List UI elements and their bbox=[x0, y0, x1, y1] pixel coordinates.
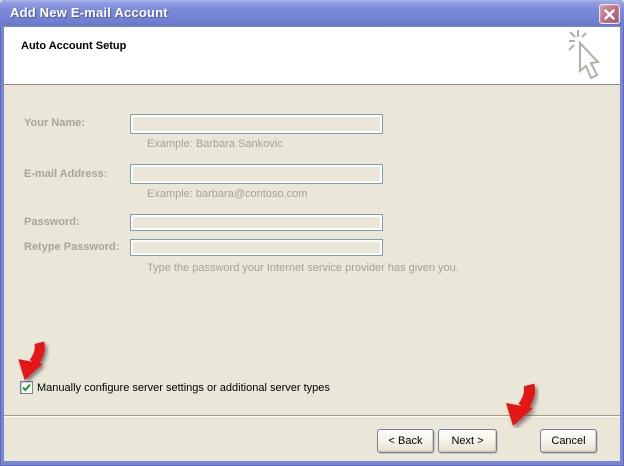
dialog-window: Add New E-mail Account Auto Account Setu… bbox=[0, 0, 624, 466]
check-icon bbox=[21, 382, 32, 393]
window-title: Add New E-mail Account bbox=[10, 5, 168, 20]
your-name-hint: Example: Barbara Sankovic bbox=[147, 138, 283, 150]
button-row bbox=[4, 417, 620, 461]
page-title: Auto Account Setup bbox=[21, 40, 126, 52]
titlebar[interactable]: Add New E-mail Account bbox=[0, 0, 624, 27]
password-note: Type the password your Internet service … bbox=[147, 262, 459, 274]
cancel-button[interactable]: Cancel bbox=[540, 429, 597, 453]
back-button[interactable]: < Back bbox=[377, 429, 434, 453]
close-button[interactable] bbox=[599, 4, 620, 24]
password-label: Password: bbox=[24, 216, 80, 228]
email-address-label: E-mail Address: bbox=[24, 168, 107, 180]
retype-password-input[interactable] bbox=[130, 239, 383, 256]
your-name-input[interactable] bbox=[130, 114, 383, 134]
email-address-hint: Example: barbara@contoso.com bbox=[147, 188, 307, 200]
wizard-header: Auto Account Setup bbox=[4, 27, 620, 84]
close-icon bbox=[604, 9, 615, 20]
your-name-label: Your Name: bbox=[24, 117, 85, 129]
cursor-sparkle-icon bbox=[568, 29, 606, 84]
content-divider bbox=[4, 415, 620, 417]
next-button[interactable]: Next > bbox=[438, 429, 497, 453]
manual-config-checkbox[interactable] bbox=[20, 381, 33, 394]
password-input[interactable] bbox=[130, 214, 383, 231]
retype-password-label: Retype Password: bbox=[24, 241, 119, 253]
email-address-input[interactable] bbox=[130, 164, 383, 184]
manual-config-label[interactable]: Manually configure server settings or ad… bbox=[37, 382, 330, 394]
